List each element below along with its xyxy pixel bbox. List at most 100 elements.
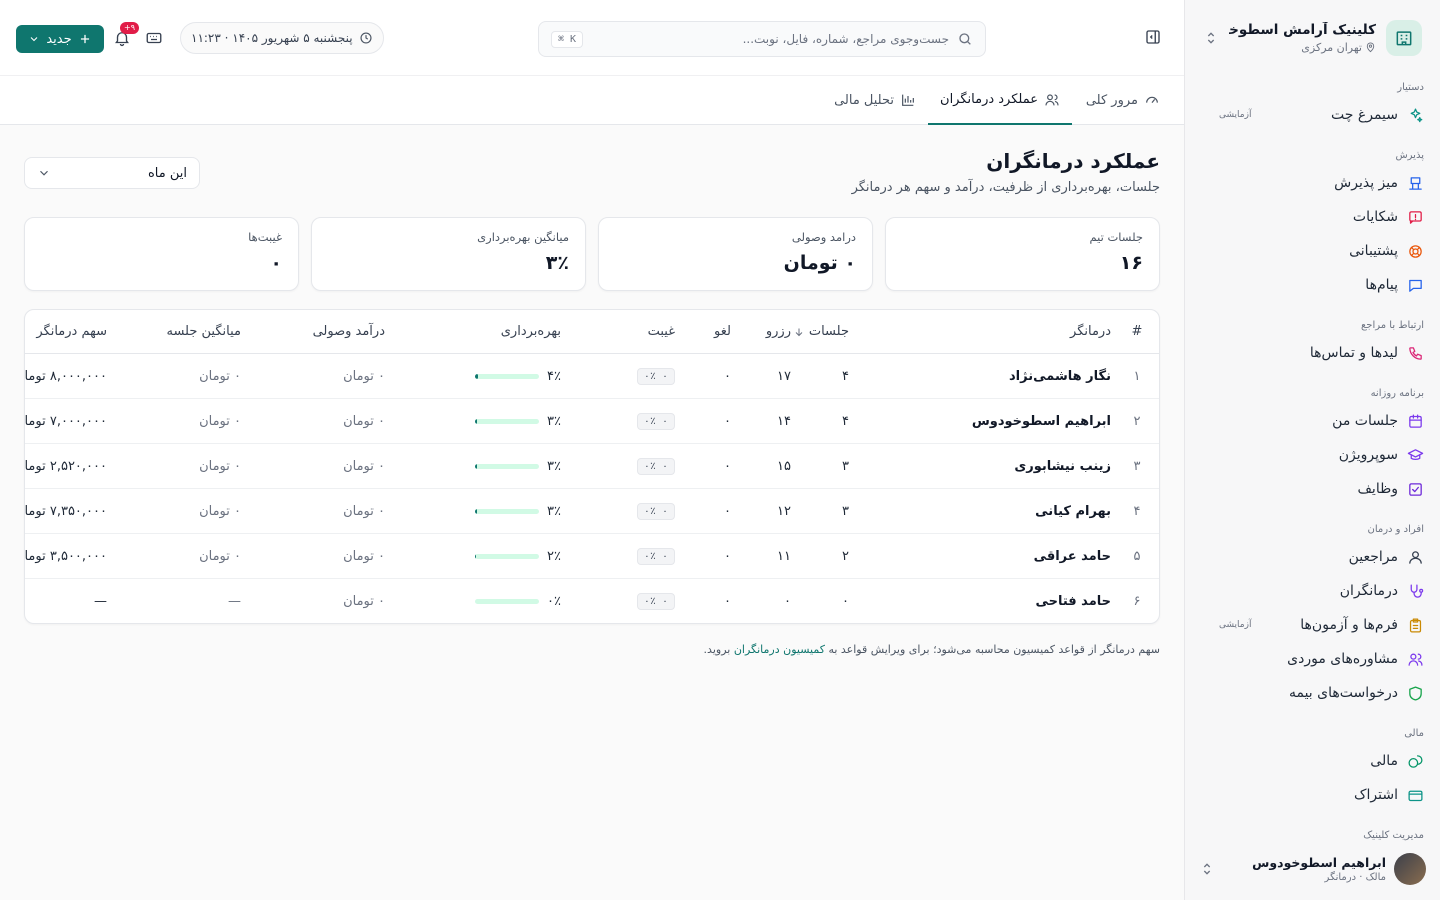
commission-link[interactable]: کمیسیون درمانگران: [734, 643, 825, 656]
utilization-bar-fill: [475, 373, 478, 379]
sidebar-item-checkbox[interactable]: وظایف: [1201, 472, 1424, 506]
header-reserved[interactable]: رزرو: [741, 310, 791, 353]
nav-group-title: برنامه روزانه: [1370, 388, 1424, 399]
therapist-name[interactable]: بهرام کیانی: [861, 489, 1111, 533]
table-row[interactable]: ۳ زینب نیشابوری ۳ ۱۵ ۰ ۰٪ ۰ ۳٪ ۰ تومان ۰…: [25, 444, 1159, 489]
utilization-bar: [475, 463, 540, 469]
row-idx: ۲: [1133, 413, 1141, 429]
sidebar-item-phone[interactable]: لیدها و تماس‌ها: [1201, 336, 1424, 370]
experimental-badge: آزمایشی: [1219, 110, 1252, 120]
keyboard-icon[interactable]: [144, 28, 164, 48]
chevron-up-down-icon[interactable]: [1199, 861, 1215, 877]
sidebar-item-coins[interactable]: مالی: [1201, 744, 1424, 778]
stat-card: غیبت‌ها ۰: [24, 217, 299, 291]
utilization-bar: [475, 508, 540, 514]
income-value: ۰ تومان: [343, 458, 385, 474]
search-box[interactable]: ⌘ K: [538, 21, 986, 57]
table-row[interactable]: ۵ حامد عراقی ۲ ۱۱ ۰ ۰٪ ۰ ۲٪ ۰ تومان ۰ تو…: [25, 534, 1159, 579]
search-icon: [959, 33, 971, 45]
sidebar-item-stethoscope[interactable]: درمانگران: [1201, 574, 1424, 608]
utilization-label: ۴٪: [547, 368, 561, 384]
users-icon: [1045, 93, 1059, 105]
avg-session-value: ۰ تومان: [199, 458, 241, 474]
period-value: این ماه: [148, 165, 187, 181]
absence-badge: ۰٪ ۰: [636, 457, 675, 475]
sidebar: کلینیک آرامش اسطوخو... تهران مرکزی دستیا…: [1184, 0, 1440, 900]
stat-label: میانگین بهره‌برداری: [477, 230, 569, 244]
graduation-cap-icon: [1406, 446, 1424, 464]
utilization-label: ۳٪: [547, 503, 561, 519]
sidebar-item-label: مشاوره‌های موردی: [1287, 651, 1398, 667]
user-role: مالک · درمانگر: [1324, 872, 1386, 883]
sidebar-item-credit-card[interactable]: اشتراک: [1201, 778, 1424, 812]
sidebar-item-message[interactable]: پیام‌ها: [1201, 268, 1424, 302]
sidebar-item-label: اشتراک: [1354, 787, 1398, 803]
sidebar-item-sparkles[interactable]: سیمرغ چت آزمایشی: [1201, 98, 1424, 132]
therapist-name[interactable]: حامد عراقی: [861, 534, 1111, 578]
user-menu[interactable]: ابراهیم اسطوخودوس مالک · درمانگر: [1199, 852, 1426, 886]
header-sessions[interactable]: جلسات: [789, 310, 849, 353]
sidebar-item-users[interactable]: مشاوره‌های موردی: [1201, 642, 1424, 676]
header-utilization[interactable]: بهره‌برداری: [471, 310, 561, 353]
cancelled-value: ۰: [724, 368, 731, 384]
sidebar-item-graduation-cap[interactable]: سوپرویژن: [1201, 438, 1424, 472]
toggle-sidebar-icon[interactable]: [1142, 28, 1162, 48]
header-cancelled[interactable]: لغو: [691, 310, 731, 353]
new-button[interactable]: جدید: [16, 25, 104, 53]
header-avg-session[interactable]: میانگین جلسه: [141, 310, 241, 353]
lifebuoy-icon: [1406, 242, 1424, 260]
sidebar-item-calendar[interactable]: جلسات من: [1201, 404, 1424, 438]
avg-session-value: ۰ تومان: [199, 368, 241, 384]
sidebar-item-label: سوپرویژن: [1338, 447, 1398, 463]
therapist-name[interactable]: حامد فتاحی: [861, 579, 1111, 623]
sidebar-item-label: درخواست‌های بیمه: [1288, 685, 1398, 701]
search-shortcut: ⌘ K: [551, 30, 584, 48]
gauge-icon: [1146, 96, 1158, 104]
header-share[interactable]: سهم درمانگر: [25, 310, 107, 353]
utilization-cell: ۳٪: [471, 399, 561, 443]
tab-therapist-performance[interactable]: عملکرد درمانگران: [928, 76, 1072, 125]
main-content: عملکرد درمانگران جلسات، بهره‌برداری از ظ…: [0, 125, 1184, 900]
reserved-value: ۱۱: [777, 548, 791, 564]
sidebar-item-clipboard[interactable]: فرم‌ها و آزمون‌ها آزمایشی: [1201, 608, 1424, 642]
avg-session-value: ۰ تومان: [199, 548, 241, 564]
sidebar-item-user[interactable]: مراجعین: [1201, 540, 1424, 574]
sidebar-item-alert-message[interactable]: شکایات: [1201, 200, 1424, 234]
tab-overview[interactable]: مرور کلی: [1086, 76, 1160, 124]
header-therapist[interactable]: درمانگر: [861, 310, 1111, 353]
therapist-name[interactable]: زینب نیشابوری: [861, 444, 1111, 488]
search-input[interactable]: [591, 32, 949, 46]
stat-card: جلسات تیم ۱۶: [885, 217, 1160, 291]
message-icon: [1406, 276, 1424, 294]
table-row[interactable]: ۴ بهرام کیانی ۳ ۱۲ ۰ ۰٪ ۰ ۳٪ ۰ تومان ۰ ت…: [25, 489, 1159, 534]
sessions-value: ۴: [842, 368, 849, 384]
sidebar-item-label: جلسات من: [1332, 413, 1398, 429]
chevron-up-down-icon[interactable]: [1203, 30, 1219, 46]
sidebar-item-label: شکایات: [1352, 209, 1398, 225]
header-absence[interactable]: غیبت: [615, 310, 675, 353]
sidebar-item-lifebuoy[interactable]: پشتیبانی: [1201, 234, 1424, 268]
therapist-name[interactable]: نگار هاشمی‌نژاد: [861, 354, 1111, 398]
sidebar-item-shield[interactable]: درخواست‌های بیمه: [1201, 676, 1424, 710]
table-row[interactable]: ۲ ابراهیم اسطوخودوس ۴ ۱۴ ۰ ۰٪ ۰ ۳٪ ۰ توم…: [25, 399, 1159, 444]
reserved-value: ۱۴: [777, 413, 791, 429]
page-title: عملکرد درمانگران: [986, 149, 1160, 173]
sidebar-item-desk[interactable]: میز پذیرش: [1201, 166, 1424, 200]
period-select[interactable]: این ماه: [24, 157, 200, 189]
utilization-cell: ۰٪: [471, 579, 561, 623]
stat-label: غیبت‌ها: [248, 230, 282, 244]
utilization-label: ۳٪: [547, 413, 561, 429]
absence-cell: ۰٪ ۰: [615, 489, 675, 533]
therapist-name[interactable]: ابراهیم اسطوخودوس: [861, 399, 1111, 443]
bell-icon[interactable]: ۹+: [112, 22, 139, 48]
table-row[interactable]: ۶ حامد فتاحی ۰ ۰ ۰ ۰٪ ۰ ۰٪ ۰ تومان — —: [25, 579, 1159, 623]
header-income[interactable]: درآمد وصولی: [285, 310, 385, 353]
stethoscope-icon: [1406, 582, 1424, 600]
footnote: سهم درمانگر از قواعد کمیسیون محاسبه می‌ش…: [704, 643, 1160, 656]
tab-financial-analysis[interactable]: تحلیل مالی: [834, 76, 916, 124]
nav-group-title: افراد و درمان: [1367, 524, 1424, 535]
clinic-switcher[interactable]: کلینیک آرامش اسطوخو... تهران مرکزی: [1203, 18, 1422, 58]
utilization-bar: [475, 599, 540, 604]
table-row[interactable]: ۱ نگار هاشمی‌نژاد ۴ ۱۷ ۰ ۰٪ ۰ ۴٪ ۰ تومان…: [25, 354, 1159, 399]
notification-badge: ۹+: [120, 22, 139, 34]
